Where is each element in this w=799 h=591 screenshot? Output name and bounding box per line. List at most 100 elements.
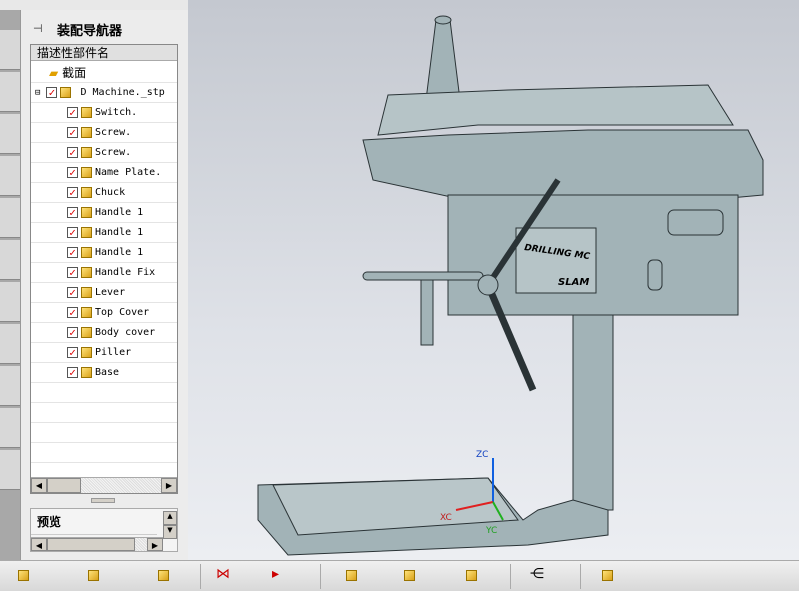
process-studio-tab[interactable] <box>0 324 20 364</box>
component-icon <box>81 106 92 118</box>
horizontal-scrollbar[interactable]: ◀ ▶ <box>31 477 177 493</box>
assembly-icon <box>60 86 72 98</box>
tree-node-component[interactable]: ✓ Base <box>31 363 177 383</box>
column-header[interactable]: 描述性部件名 <box>31 45 177 61</box>
tree-node-component[interactable]: ✓ Switch. <box>31 103 177 123</box>
node-label: Handle Fix <box>95 267 156 278</box>
tree-node-component[interactable]: ✓ Lever <box>31 283 177 303</box>
checkbox[interactable]: ✓ <box>67 186 78 198</box>
scroll-up-button[interactable]: ▲ <box>163 511 177 525</box>
assembly-tree: 描述性部件名 ▰ 截面 ⊟ ✓ D Machine._stp ✓ Switch. ✓… <box>30 44 178 494</box>
checkbox[interactable]: ✓ <box>67 286 78 298</box>
scroll-right-button[interactable]: ▶ <box>161 478 177 493</box>
system-materials-tab[interactable] <box>0 282 20 322</box>
scroll-thumb[interactable] <box>47 538 135 551</box>
handle-hub <box>477 274 499 296</box>
node-label: Piller <box>95 347 132 358</box>
checkbox[interactable]: ✓ <box>67 266 78 278</box>
empty-row <box>31 443 177 463</box>
component-icon <box>81 306 92 318</box>
checkbox[interactable]: ✓ <box>67 346 78 358</box>
handle-fix <box>647 259 663 291</box>
tree-node-component[interactable]: ✓ Name Plate. <box>31 163 177 183</box>
scroll-down-button[interactable]: ▼ <box>163 525 177 539</box>
tree-node-component[interactable]: ✓ Body cover <box>31 323 177 343</box>
tree-node-section[interactable]: ▰ 截面 <box>31 63 177 83</box>
checkbox[interactable]: ✓ <box>67 126 78 138</box>
web-browser-tab[interactable] <box>0 198 20 238</box>
xc-label: XC <box>440 513 452 523</box>
scroll-right-button[interactable]: ▶ <box>147 538 163 551</box>
checkbox[interactable]: ✓ <box>67 206 78 218</box>
assemblies-toolbar: ⋈ ▸ ⋲ <box>0 560 799 591</box>
part-navigator-tab[interactable] <box>0 114 20 154</box>
node-label: Top Cover <box>95 307 150 318</box>
component-array-icon[interactable] <box>462 566 482 586</box>
preview-header[interactable]: 预览 <box>31 509 157 535</box>
checkbox[interactable]: ✓ <box>67 106 78 118</box>
scroll-thumb[interactable] <box>47 478 81 493</box>
roles-tab[interactable] <box>0 408 20 448</box>
checkbox[interactable]: ✓ <box>67 246 78 258</box>
component-icon <box>81 286 92 298</box>
top-cover <box>362 129 764 206</box>
graphics-window[interactable]: DRILLING MC SLAM ZC XC YC <box>188 0 799 560</box>
chuck <box>420 274 434 346</box>
add-component-icon[interactable] <box>84 566 104 586</box>
find-component-icon[interactable] <box>14 566 34 586</box>
checkbox[interactable]: ✓ <box>67 306 78 318</box>
show-degrees-of-freedom-icon[interactable]: ▸ <box>272 566 292 586</box>
system-scene-tab[interactable] <box>0 450 20 490</box>
node-label: 截面 <box>62 66 87 80</box>
component-icon <box>81 186 92 198</box>
empty-row <box>31 423 177 443</box>
folder-icon: ▰ <box>49 66 59 80</box>
scroll-left-button[interactable]: ◀ <box>31 478 47 493</box>
checkbox[interactable]: ✓ <box>46 86 58 98</box>
tree-node-component[interactable]: ✓ Handle Fix <box>31 263 177 283</box>
empty-row <box>31 383 177 403</box>
tree-node-component[interactable]: ✓ Piller <box>31 343 177 363</box>
pin-icon[interactable]: ⊣ <box>33 22 43 35</box>
constraint-navigator-tab[interactable] <box>0 72 20 112</box>
tree-node-component[interactable]: ✓ Handle 1 <box>31 243 177 263</box>
history-tab[interactable] <box>0 240 20 280</box>
manufacturing-wizard-tab[interactable] <box>0 366 20 406</box>
assembly-navigator-tab[interactable] <box>0 30 20 70</box>
assembly-constraints-icon[interactable]: ⋈ <box>216 566 236 586</box>
yc-label: YC <box>485 526 497 536</box>
move-component-icon[interactable] <box>154 566 174 586</box>
empty-row <box>31 403 177 423</box>
node-label: Handle 1 <box>95 247 144 258</box>
node-label: Handle 1 <box>95 207 144 218</box>
tree-node-component[interactable]: ✓ Screw. <box>31 123 177 143</box>
tree-node-component[interactable]: ✓ Chuck <box>31 183 177 203</box>
handle-1 <box>362 271 484 281</box>
nameplate-line-2: SLAM <box>558 277 589 288</box>
checkbox[interactable]: ✓ <box>67 146 78 158</box>
checkbox[interactable]: ✓ <box>67 326 78 338</box>
preview-scrollbar[interactable]: ◀ ▶ <box>31 537 163 551</box>
wave-geometry-linker-icon[interactable] <box>342 566 362 586</box>
pillar <box>572 299 614 511</box>
component-icon <box>81 146 92 158</box>
tree-node-component[interactable]: ✓ Screw. <box>31 143 177 163</box>
checkbox[interactable]: ✓ <box>67 366 78 378</box>
tree-node-component[interactable]: ✓ Handle 1 <box>31 223 177 243</box>
reuse-library-tab[interactable] <box>0 156 20 196</box>
checkbox[interactable]: ✓ <box>67 226 78 238</box>
mirror-assembly-icon[interactable] <box>400 566 420 586</box>
splitter-handle[interactable] <box>91 498 115 503</box>
checkbox[interactable]: ✓ <box>67 166 78 178</box>
tree-node-root[interactable]: ⊟ ✓ D Machine._stp <box>31 83 177 103</box>
node-label: Handle 1 <box>95 227 144 238</box>
collapse-icon[interactable]: ⊟ <box>35 88 40 98</box>
node-label: Base <box>95 367 120 378</box>
tree-node-component[interactable]: ✓ Handle 1 <box>31 203 177 223</box>
sequence-icon[interactable] <box>598 566 618 586</box>
component-icon <box>81 126 92 138</box>
scroll-left-button[interactable]: ◀ <box>31 538 47 551</box>
exploded-views-icon[interactable]: ⋲ <box>530 566 550 586</box>
resource-bar <box>0 10 20 560</box>
tree-node-component[interactable]: ✓ Top Cover <box>31 303 177 323</box>
